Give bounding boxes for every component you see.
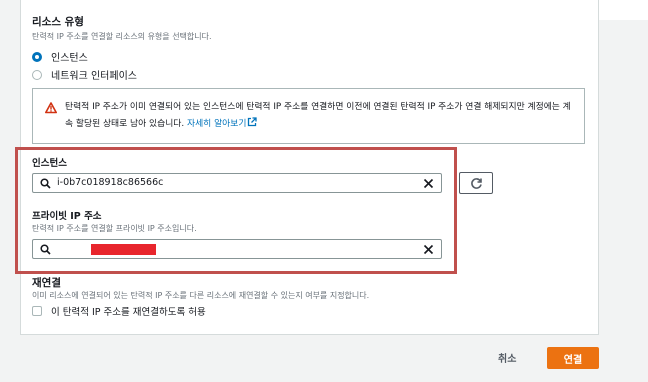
warning-text: 탄력적 IP 주소가 이미 연결되어 있는 인스턴스에 탄력적 IP 주소를 연… (65, 99, 575, 133)
refresh-icon (471, 178, 482, 189)
refresh-button[interactable] (459, 172, 493, 194)
cancel-button[interactable]: 취소 (498, 350, 516, 365)
radio-network-interface-control[interactable] (32, 69, 42, 80)
radio-network-interface-label: 네트워크 인터페이스 (51, 71, 137, 82)
warning-icon (45, 102, 57, 114)
resource-type-description: 탄력적 IP 주소를 연결할 리소스의 유형을 선택합니다. (32, 32, 212, 41)
instance-value: i-0b7c018918c86566c (57, 177, 164, 188)
connect-button[interactable]: 연결 (547, 347, 599, 369)
resource-type-title: 리소스 유형 (32, 16, 84, 28)
reassociation-checkbox-label: 이 탄력적 IP 주소를 재연결하도록 허용 (51, 307, 206, 318)
warning-alert: 탄력적 IP 주소가 이미 연결되어 있는 인스턴스에 탄력적 IP 주소를 연… (32, 88, 585, 144)
external-link-icon (248, 117, 258, 127)
reassociation-description: 이미 리소스에 연결되어 있는 탄력적 IP 주소를 다른 리소스에 재연결할 … (32, 291, 370, 300)
private-ip-search-input[interactable] (32, 239, 442, 259)
clear-icon[interactable] (423, 178, 434, 189)
learn-more-link[interactable]: 자세히 알아보기 (187, 117, 258, 129)
scroll-area (599, 0, 648, 20)
instance-search-input[interactable]: i-0b7c018918c86566c (32, 173, 442, 193)
warning-message: 탄력적 IP 주소가 이미 연결되어 있는 인스턴스에 탄력적 IP 주소를 연… (65, 102, 571, 129)
radio-option-instance[interactable]: 인스턴스 (32, 49, 88, 64)
search-icon (40, 178, 51, 189)
radio-instance-control[interactable] (32, 51, 42, 62)
reassociation-checkbox[interactable] (32, 306, 42, 316)
private-ip-label: 프라이빗 IP 주소 (32, 211, 102, 222)
clear-icon[interactable] (423, 244, 434, 255)
learn-more-label: 자세히 알아보기 (187, 119, 247, 129)
redacted-value (91, 244, 156, 255)
radio-instance-label: 인스턴스 (51, 53, 88, 64)
instance-label: 인스턴스 (32, 158, 67, 169)
reassociation-checkbox-row[interactable]: 이 탄력적 IP 주소를 재연결하도록 허용 (32, 304, 206, 318)
search-icon (40, 244, 51, 255)
reassociation-title: 재연결 (32, 277, 61, 289)
radio-option-network-interface[interactable]: 네트워크 인터페이스 (32, 67, 137, 82)
private-ip-description: 탄력적 IP 주소를 연결할 프라이빗 IP 주소입니다. (32, 224, 197, 233)
